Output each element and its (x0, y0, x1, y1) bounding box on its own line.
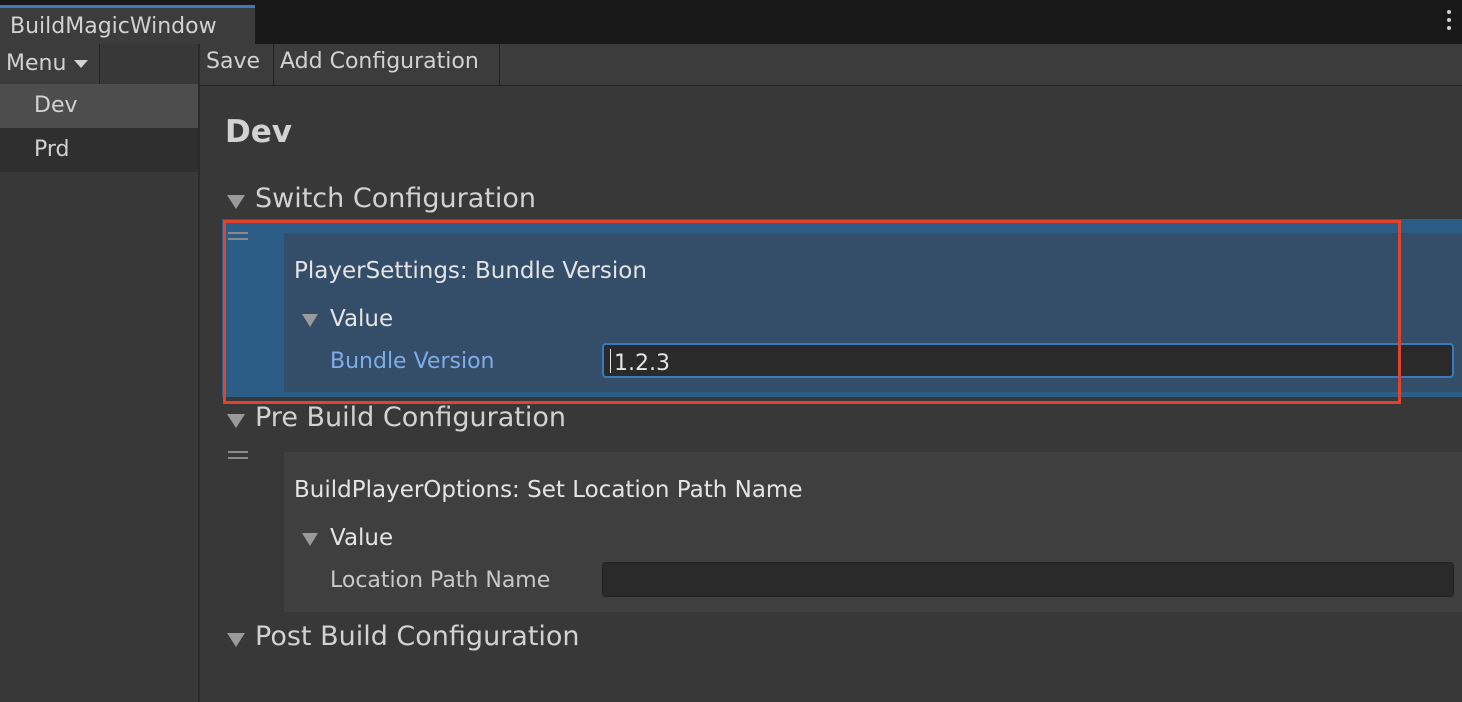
sidebar: Menu Dev Prd (0, 44, 198, 702)
window-tab-title: BuildMagicWindow (10, 14, 217, 39)
drag-handle-icon[interactable] (228, 451, 248, 459)
bundle-version-input[interactable]: 1.2.3 (602, 343, 1454, 378)
value-foldout-icon[interactable] (302, 533, 318, 546)
text-cursor (610, 349, 611, 373)
window-tab[interactable]: BuildMagicWindow (0, 5, 255, 44)
save-button[interactable]: Save (200, 44, 274, 85)
add-configuration-button-label: Add Configuration (280, 49, 479, 74)
foldout-triangle-icon[interactable] (227, 633, 245, 647)
bundle-version-label: Bundle Version (330, 349, 495, 374)
entry-title: PlayerSettings: Bundle Version (294, 258, 647, 284)
value-foldout-label[interactable]: Value (330, 306, 393, 332)
add-configuration-button[interactable]: Add Configuration (274, 44, 500, 85)
main-panel: Dev Switch Configuration PlayerSettings:… (200, 86, 1462, 702)
section-post-build-configuration[interactable]: Post Build Configuration (255, 621, 580, 652)
sidebar-item-label: Dev (34, 93, 78, 118)
sidebar-toolbar-strip (100, 44, 198, 84)
bundle-version-value: 1.2.3 (614, 351, 670, 376)
value-foldout-icon[interactable] (302, 314, 318, 327)
toolbar: Save Add Configuration (200, 44, 1462, 86)
sidebar-item-prd[interactable]: Prd (0, 128, 198, 172)
foldout-triangle-icon[interactable] (227, 414, 245, 428)
section-switch-configuration[interactable]: Switch Configuration (255, 183, 536, 214)
window-tab-bar: BuildMagicWindow (0, 0, 1462, 44)
chevron-down-icon (74, 60, 88, 68)
drag-handle-icon[interactable] (228, 232, 248, 240)
foldout-triangle-icon[interactable] (227, 195, 245, 209)
more-options-icon[interactable] (1446, 10, 1452, 34)
section-pre-build-configuration[interactable]: Pre Build Configuration (255, 402, 566, 433)
page-title: Dev (225, 114, 292, 150)
menu-label: Menu (6, 51, 67, 76)
sidebar-item-dev[interactable]: Dev (0, 84, 198, 128)
value-foldout-label[interactable]: Value (330, 525, 393, 551)
sidebar-item-label: Prd (34, 137, 70, 162)
save-button-label: Save (206, 49, 261, 74)
location-path-name-label: Location Path Name (330, 568, 551, 593)
menu-dropdown-button[interactable]: Menu (0, 44, 100, 84)
entry-title: BuildPlayerOptions: Set Location Path Na… (294, 477, 803, 503)
location-path-name-input[interactable] (602, 562, 1454, 597)
